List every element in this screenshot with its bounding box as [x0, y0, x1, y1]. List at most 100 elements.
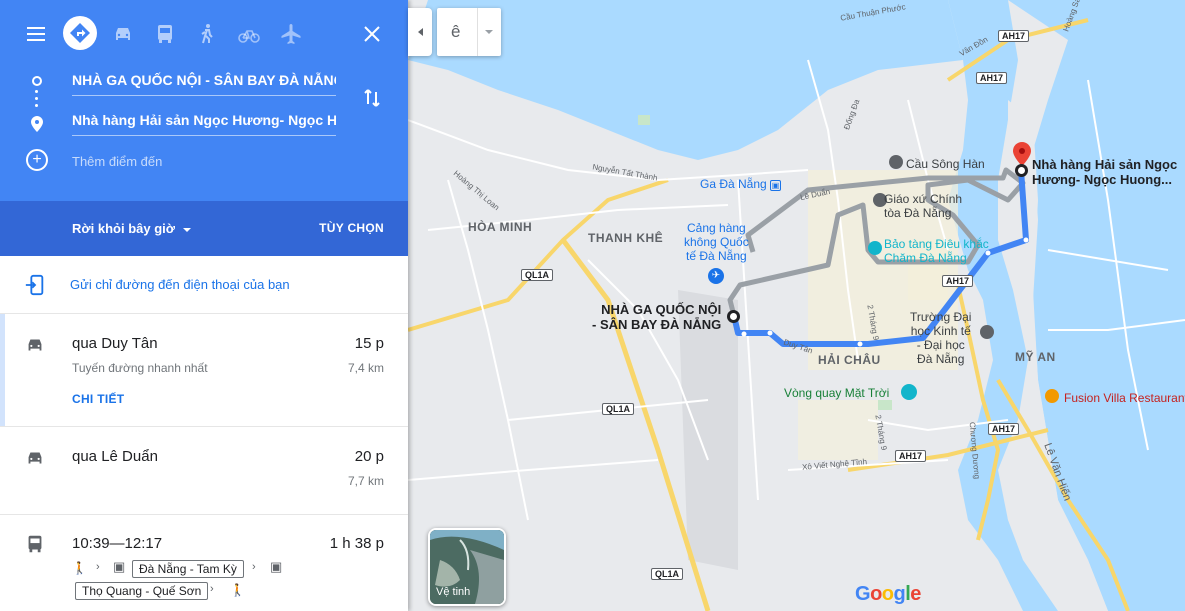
directions-panel: NHÀ GA QUỐC NỘI - SÂN BAY ĐÀ NẴNG Nhà hà…	[0, 0, 408, 611]
poi-fusion[interactable]: Fusion Villa Restaurant	[1064, 391, 1185, 405]
restaurant-icon	[1045, 389, 1059, 403]
bus-icon	[158, 25, 172, 43]
route-option-le-duan[interactable]: qua Lê Duẩn 20 p 7,7 km	[0, 427, 408, 515]
bus-line-chip: Thọ Quang - Quế Sơn	[75, 582, 209, 600]
origin-input[interactable]: NHÀ GA QUỐC NỘI - SÂN BAY ĐÀ NẴNG	[72, 68, 336, 96]
ferris-wheel-icon	[901, 384, 917, 400]
highway-shield-ah17: AH17	[895, 450, 927, 462]
origin-label[interactable]: NHÀ GA QUỐC NỘI - SÂN BAY ĐÀ NẴNG	[592, 302, 721, 332]
origin-marker[interactable]	[727, 310, 740, 323]
destination-input[interactable]: Nhà hàng Hải sản Ngọc Hương- Ngọc Hương	[72, 108, 336, 136]
poi-airport[interactable]: Cảng hàng không Quốc tế Đà Nẵng	[684, 221, 749, 263]
destination-pin-small-icon	[31, 116, 43, 137]
maps-app: HÒA MINH THANH KHÊ HẢI CHÂU MỸ AN NHÀ GA…	[0, 0, 1185, 611]
add-stop-label[interactable]: Thêm điểm đến	[72, 154, 162, 169]
car-icon	[116, 28, 130, 40]
highway-shield-ah17: AH17	[988, 423, 1020, 435]
route-details-button[interactable]: CHI TIẾT	[72, 392, 124, 406]
destination-pin-icon[interactable]	[1013, 142, 1031, 166]
walk-icon	[201, 24, 213, 44]
depart-now-dropdown[interactable]: Rời khỏi bây giờ	[72, 221, 191, 236]
route-distance: 7,7 km	[347, 474, 384, 488]
mode-cycling-button[interactable]	[231, 16, 267, 52]
car-icon	[28, 339, 42, 351]
area-label-hai-chau: HẢI CHÂU	[818, 353, 881, 367]
highway-shield-ql1a: QL1A	[602, 403, 635, 415]
highway-shield-ah17: AH17	[998, 30, 1030, 42]
bus-icon: ▣	[270, 559, 283, 574]
poi-ga-label: Ga Đà Nẵng	[700, 177, 767, 191]
university-icon	[980, 325, 994, 339]
poi-church[interactable]: Giáo xứ Chính tòa Đà Nẵng	[884, 192, 962, 220]
origin-dot-icon	[32, 76, 42, 86]
directions-icon	[70, 23, 90, 43]
mode-transit-button[interactable]	[147, 16, 183, 52]
bus-icon: ▣	[113, 559, 126, 574]
google-logo: Google	[855, 583, 921, 605]
send-to-phone-icon	[25, 274, 44, 296]
route-title: qua Lê Duẩn	[72, 448, 158, 465]
chevron-right-icon: ›	[252, 561, 256, 573]
area-label-hoa-minh: HÒA MINH	[468, 220, 533, 234]
directions-header: NHÀ GA QUỐC NỘI - SÂN BAY ĐÀ NẴNG Nhà hà…	[0, 0, 408, 256]
walk-icon: 🚶	[72, 561, 87, 575]
bicycle-icon	[238, 30, 260, 43]
area-label-my-an: MỸ AN	[1015, 350, 1056, 364]
walk-icon: 🚶	[230, 583, 245, 597]
menu-icon	[27, 27, 45, 41]
main-route-line[interactable]	[408, 0, 1185, 611]
map-layer-dropdown[interactable]: ê	[437, 8, 501, 56]
send-to-phone-label: Gửi chỉ đường đến điện thoại của bạn	[70, 277, 290, 292]
chevron-right-icon: ›	[210, 583, 214, 595]
depart-bar: Rời khỏi bây giờ TÙY CHỌN	[0, 201, 408, 256]
mode-flight-button[interactable]	[273, 16, 309, 52]
swap-button[interactable]	[360, 86, 384, 110]
poi-ga-da-nang[interactable]: Ga Đà Nẵng ▣	[700, 177, 782, 191]
poi-ferris-wheel[interactable]: Vòng quay Mặt Trời	[784, 386, 889, 400]
route-duration: 20 p	[354, 448, 384, 465]
route-option-duy-tan[interactable]: qua Duy Tân 15 p Tuyến đường nhanh nhất …	[0, 314, 408, 427]
satellite-toggle-button[interactable]: Vệ tinh	[428, 528, 506, 606]
close-icon	[364, 26, 380, 42]
airplane-icon	[281, 24, 301, 44]
mode-driving-button[interactable]	[105, 16, 141, 52]
collapse-panel-button[interactable]	[408, 8, 432, 56]
chevron-right-icon: ›	[96, 561, 100, 573]
highway-shield-ah17: AH17	[942, 275, 974, 287]
bridge-icon	[889, 155, 903, 169]
destination-ring-marker[interactable]	[1015, 164, 1028, 177]
menu-button[interactable]	[18, 16, 54, 52]
route-duration: 15 p	[354, 335, 384, 352]
poi-museum[interactable]: Bảo tàng Điêu khắc Chăm Đà Nẵng	[884, 237, 989, 265]
close-directions-button[interactable]	[354, 16, 390, 52]
divider	[477, 8, 478, 56]
bus-line-chip: Đà Nẵng - Tam Kỳ	[132, 560, 244, 578]
bus-icon	[28, 535, 42, 553]
mode-walking-button[interactable]	[189, 16, 225, 52]
area-label-thanh-khe: THANH KHÊ	[588, 231, 664, 245]
route-subtitle: Tuyến đường nhanh nhất	[72, 361, 208, 375]
route-option-transit[interactable]: 10:39—12:17 1 h 38 p 🚶 › ▣ Đà Nẵng - Tam…	[0, 515, 408, 611]
caret-down-icon	[183, 227, 191, 232]
route-title: qua Duy Tân	[72, 335, 158, 352]
depart-label: Rời khỏi bây giờ	[72, 221, 175, 236]
add-stop-button[interactable]: +	[26, 149, 48, 171]
highway-shield-ql1a: QL1A	[651, 568, 684, 580]
send-to-phone-row[interactable]: Gửi chỉ đường đến điện thoại của bạn	[0, 256, 408, 314]
route-time-range: 10:39—12:17	[72, 535, 163, 552]
travel-mode-bar	[0, 14, 408, 54]
satellite-label: Vệ tinh	[436, 586, 471, 598]
options-button[interactable]: TÙY CHỌN	[319, 221, 384, 235]
highway-shield-ql1a: QL1A	[521, 269, 554, 281]
map-canvas[interactable]: HÒA MINH THANH KHÊ HẢI CHÂU MỸ AN NHÀ GA…	[408, 0, 1185, 611]
poi-university[interactable]: Trường Đại học Kinh tế - Đại học Đà Nẵng	[910, 310, 971, 366]
route-distance: 7,4 km	[347, 361, 384, 375]
chevron-down-icon	[485, 30, 493, 34]
museum-icon	[868, 241, 882, 255]
train-icon: ▣	[770, 180, 782, 191]
poi-bridge[interactable]: Cầu Sông Hàn	[906, 157, 985, 171]
layer-glyph: ê	[451, 22, 461, 41]
destination-label[interactable]: Nhà hàng Hải sản Ngọc Hương- Ngọc Huong.…	[1032, 157, 1177, 187]
car-icon	[28, 452, 42, 464]
mode-best-button[interactable]	[63, 16, 97, 50]
